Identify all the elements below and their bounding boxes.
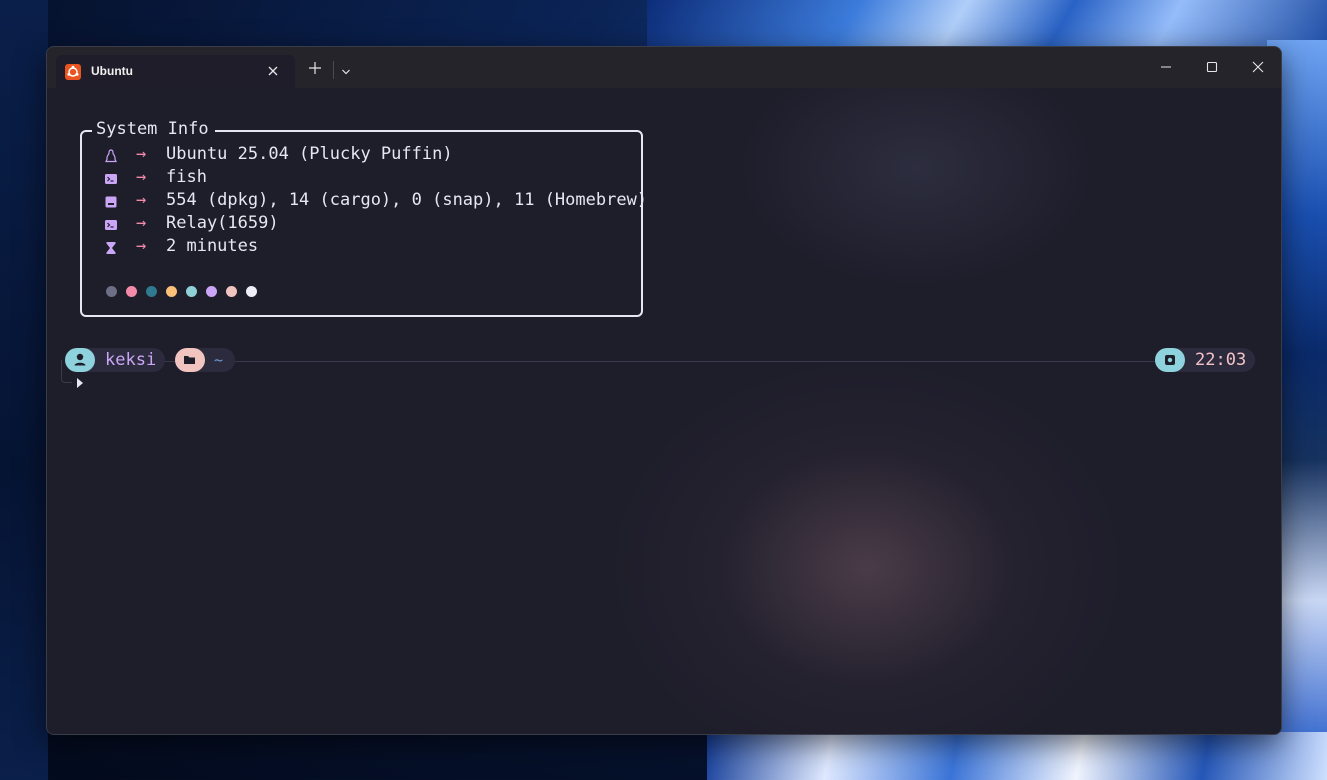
minimize-icon[interactable] — [1158, 59, 1174, 75]
arrow: → — [136, 190, 147, 210]
title-bar[interactable]: Ubuntu — [47, 47, 1281, 88]
info-value-shell: fish — [166, 167, 207, 187]
input-caret[interactable] — [77, 378, 83, 388]
palette-dot — [226, 286, 237, 297]
wallpaper-bottom — [707, 732, 1327, 780]
tab-separator — [333, 61, 334, 79]
palette-dot — [166, 286, 177, 297]
hourglass-icon — [104, 239, 118, 254]
arrow: → — [136, 167, 147, 187]
info-value-packages: 554 (dpkg), 14 (cargo), 0 (snap), 11 (Ho… — [166, 190, 648, 210]
palette-dot — [146, 286, 157, 297]
tab-ubuntu[interactable]: Ubuntu — [56, 55, 295, 88]
linux-penguin-icon — [104, 147, 118, 163]
plus-icon[interactable] — [307, 60, 323, 76]
info-value-os: Ubuntu 25.04 (Plucky Puffin) — [166, 144, 453, 164]
prompt-directory-segment: ~ — [175, 348, 235, 372]
terminal-icon — [104, 216, 118, 230]
arrow: → — [136, 144, 147, 164]
palette-dot — [206, 286, 217, 297]
clock-icon — [1155, 348, 1185, 372]
wallpaper-left — [0, 0, 48, 780]
palette-dot — [106, 286, 117, 297]
terminal-icon — [104, 170, 118, 184]
prompt-time-segment: 22:03 — [1155, 348, 1255, 372]
arrow: → — [136, 236, 147, 256]
system-info-title: System Info — [92, 119, 215, 139]
palette-dot — [126, 286, 137, 297]
prompt-user-segment: keksi — [65, 348, 165, 372]
info-value-uptime: 2 minutes — [166, 236, 259, 256]
close-icon[interactable] — [1250, 59, 1266, 75]
terminal-window: Ubuntu System Info → Ubuntu 25.04 (Pluck… — [46, 46, 1282, 735]
system-info-box: System Info → Ubuntu 25.04 (Plucky Puffi… — [80, 119, 647, 317]
terminal-content[interactable]: System Info → Ubuntu 25.04 (Plucky Puffi… — [47, 88, 1281, 734]
tab-title: Ubuntu — [91, 64, 133, 78]
arrow: → — [136, 213, 147, 233]
prompt-time: 22:03 — [1195, 350, 1247, 370]
folder-open-icon — [175, 348, 205, 372]
info-value-terminal: Relay(1659) — [166, 213, 279, 233]
palette-dot — [186, 286, 197, 297]
ubuntu-logo-icon — [65, 64, 81, 80]
user-icon — [65, 348, 95, 372]
prompt-directory: ~ — [214, 351, 224, 369]
chevron-down-icon[interactable] — [340, 63, 352, 75]
palette-dot — [246, 286, 257, 297]
maximize-icon[interactable] — [1204, 59, 1220, 75]
prompt-username: keksi — [105, 350, 157, 370]
prompt-separator-line — [67, 361, 1254, 362]
close-icon[interactable] — [265, 63, 281, 79]
package-icon — [104, 193, 118, 208]
